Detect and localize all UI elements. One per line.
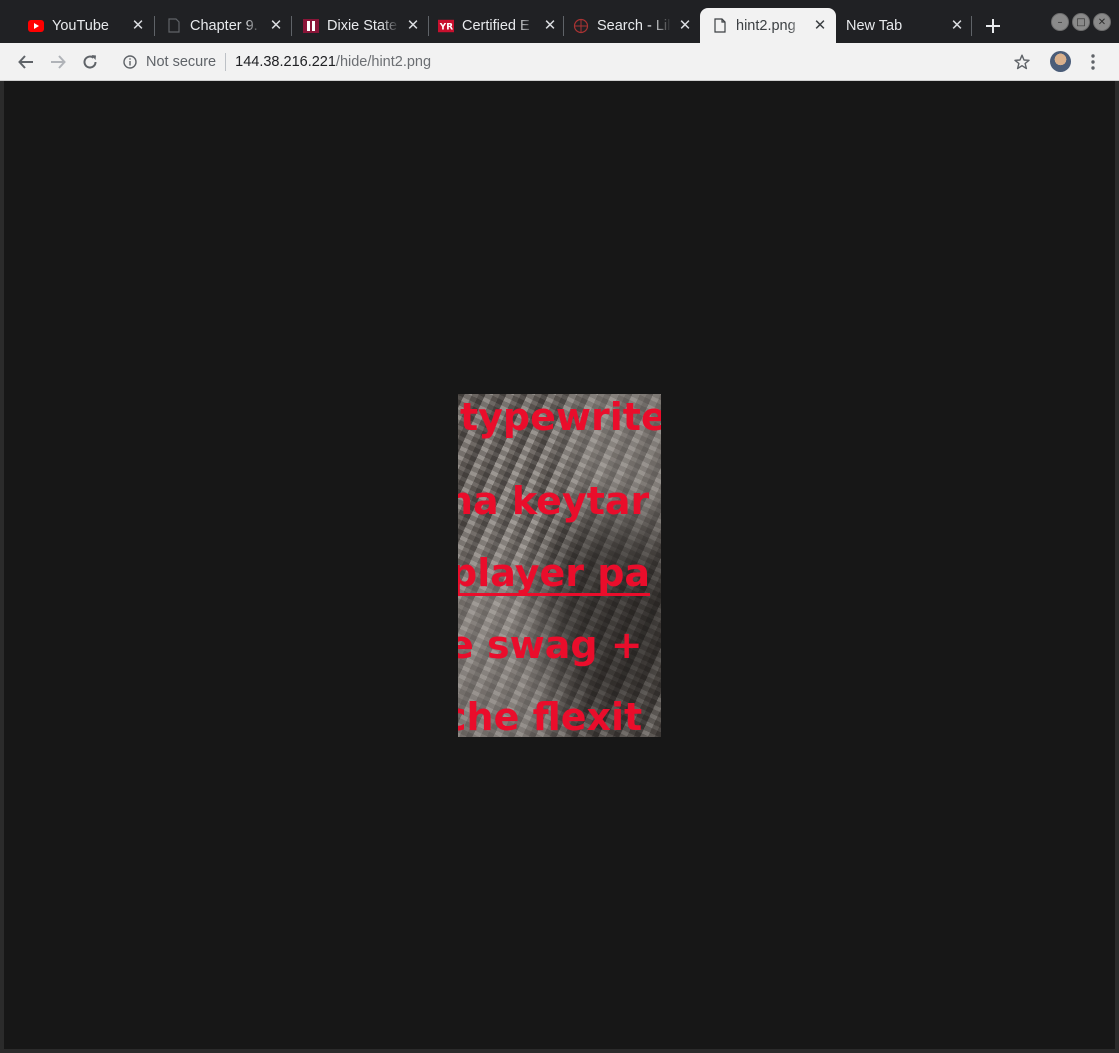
tab-title: Search - Lil [597, 17, 671, 34]
tab-new-tab[interactable]: New Tab ✕ [837, 8, 971, 43]
tab-title: Certified E [462, 17, 530, 34]
tab-strip: YouTube ✕ Chapter 9. ✕ Dixie State ✕ YR … [0, 0, 1119, 43]
tab-title: YouTube [52, 17, 109, 34]
new-tab-button[interactable] [980, 13, 1006, 39]
tab-separator [563, 16, 564, 36]
svg-text:YR: YR [439, 22, 453, 32]
omnibox-separator [225, 53, 227, 71]
tab-dixie-state[interactable]: Dixie State ✕ [293, 8, 427, 43]
tab-youtube[interactable]: YouTube ✕ [18, 8, 152, 43]
certified-icon: YR [438, 18, 454, 34]
hint-image: typewrite na keytar player pa e swag + c… [458, 394, 661, 737]
close-tab-icon[interactable]: ✕ [542, 18, 558, 34]
browser-toolbar: Not secure 144.38.216.221/hide/hint2.png [0, 43, 1119, 81]
document-icon [166, 18, 182, 34]
tab-chapter[interactable]: Chapter 9. ✕ [156, 8, 290, 43]
tab-separator [428, 16, 429, 36]
window-controls: – □ ✕ [1051, 13, 1111, 31]
close-tab-icon[interactable]: ✕ [405, 18, 421, 34]
security-label[interactable]: Not secure [146, 54, 216, 70]
reload-button[interactable] [77, 49, 103, 75]
image-text-line: na keytar [458, 479, 650, 523]
plus-icon [986, 19, 1000, 33]
forward-button[interactable] [45, 49, 71, 75]
search-site-icon [573, 18, 589, 34]
tab-separator [154, 16, 155, 36]
image-text-line: che flexit [458, 695, 643, 737]
maximize-button[interactable]: □ [1072, 13, 1090, 31]
bookmark-star-icon[interactable] [1009, 49, 1035, 75]
back-button[interactable] [13, 49, 39, 75]
tab-search[interactable]: Search - Lil ✕ [565, 8, 699, 43]
info-icon[interactable] [122, 54, 138, 70]
close-tab-icon[interactable]: ✕ [130, 18, 146, 34]
kebab-menu-icon[interactable] [1082, 49, 1104, 75]
image-text-line: e swag + [458, 623, 643, 667]
close-tab-icon[interactable]: ✕ [268, 18, 284, 34]
close-tab-icon[interactable]: ✕ [812, 18, 828, 34]
reload-icon [83, 55, 97, 69]
back-arrow-icon [18, 55, 33, 69]
tab-separator [971, 16, 972, 36]
tab-title: hint2.png [736, 17, 796, 34]
close-tab-icon[interactable]: ✕ [949, 18, 965, 34]
minimize-button[interactable]: – [1051, 13, 1069, 31]
avatar[interactable] [1050, 51, 1071, 72]
tab-separator [291, 16, 292, 36]
close-window-button[interactable]: ✕ [1093, 13, 1111, 31]
address-bar[interactable]: Not secure 144.38.216.221/hide/hint2.png [114, 47, 1044, 77]
tab-certified[interactable]: YR Certified E ✕ [430, 8, 564, 43]
forward-arrow-icon [51, 55, 66, 69]
youtube-icon [28, 18, 44, 34]
dixie-state-icon [303, 18, 319, 34]
image-text-line: typewrite [460, 395, 661, 439]
url-host: 144.38.216.221 [235, 54, 336, 70]
image-text-line: player pa [458, 554, 651, 596]
tab-title: Dixie State [327, 17, 398, 34]
image-viewer: typewrite na keytar player pa e swag + c… [4, 81, 1115, 1049]
tab-hint2[interactable]: hint2.png ✕ [700, 8, 836, 43]
tab-title: Chapter 9. [190, 17, 258, 34]
tab-title: New Tab [846, 17, 903, 34]
close-tab-icon[interactable]: ✕ [677, 18, 693, 34]
url-path: /hide/hint2.png [335, 54, 432, 70]
browser-window: YouTube ✕ Chapter 9. ✕ Dixie State ✕ YR … [0, 0, 1119, 1053]
file-icon [712, 18, 728, 34]
